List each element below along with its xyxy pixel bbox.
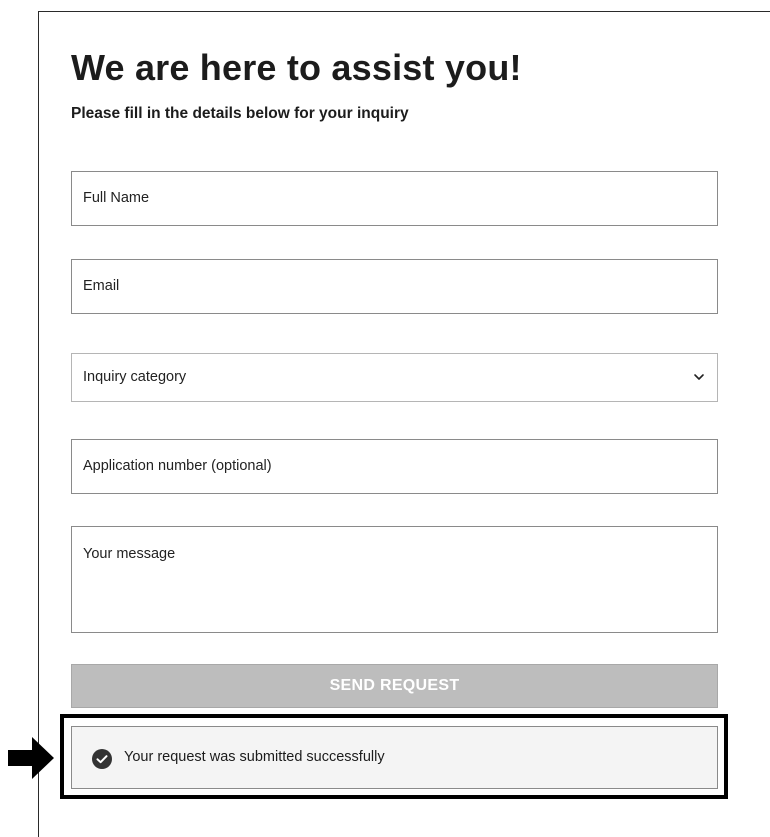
email-placeholder: Email	[83, 278, 120, 294]
chevron-down-icon	[694, 374, 704, 380]
application-number-placeholder: Application number (optional)	[83, 458, 272, 474]
email-input[interactable]: Email	[71, 259, 718, 314]
application-number-input[interactable]: Application number (optional)	[71, 439, 718, 494]
page-title: We are here to assist you!	[71, 47, 522, 88]
check-circle-icon	[92, 749, 112, 769]
full-name-placeholder: Full Name	[83, 190, 150, 206]
page: We are here to assist you! Please fill i…	[0, 0, 770, 837]
success-message-banner: Your request was submitted successfully	[71, 726, 718, 789]
page-subtitle: Please fill in the details below for you…	[71, 105, 409, 122]
arrow-right-icon	[8, 737, 54, 779]
success-message-text: Your request was submitted successfully	[124, 749, 385, 765]
message-textarea[interactable]: Your message	[71, 526, 718, 633]
message-placeholder: Your message	[83, 546, 176, 562]
send-request-button[interactable]: SEND REQUEST	[71, 664, 718, 708]
inquiry-category-value: Inquiry category	[83, 369, 187, 385]
full-name-input[interactable]: Full Name	[71, 171, 718, 226]
inquiry-category-select[interactable]: Inquiry category	[71, 353, 718, 402]
